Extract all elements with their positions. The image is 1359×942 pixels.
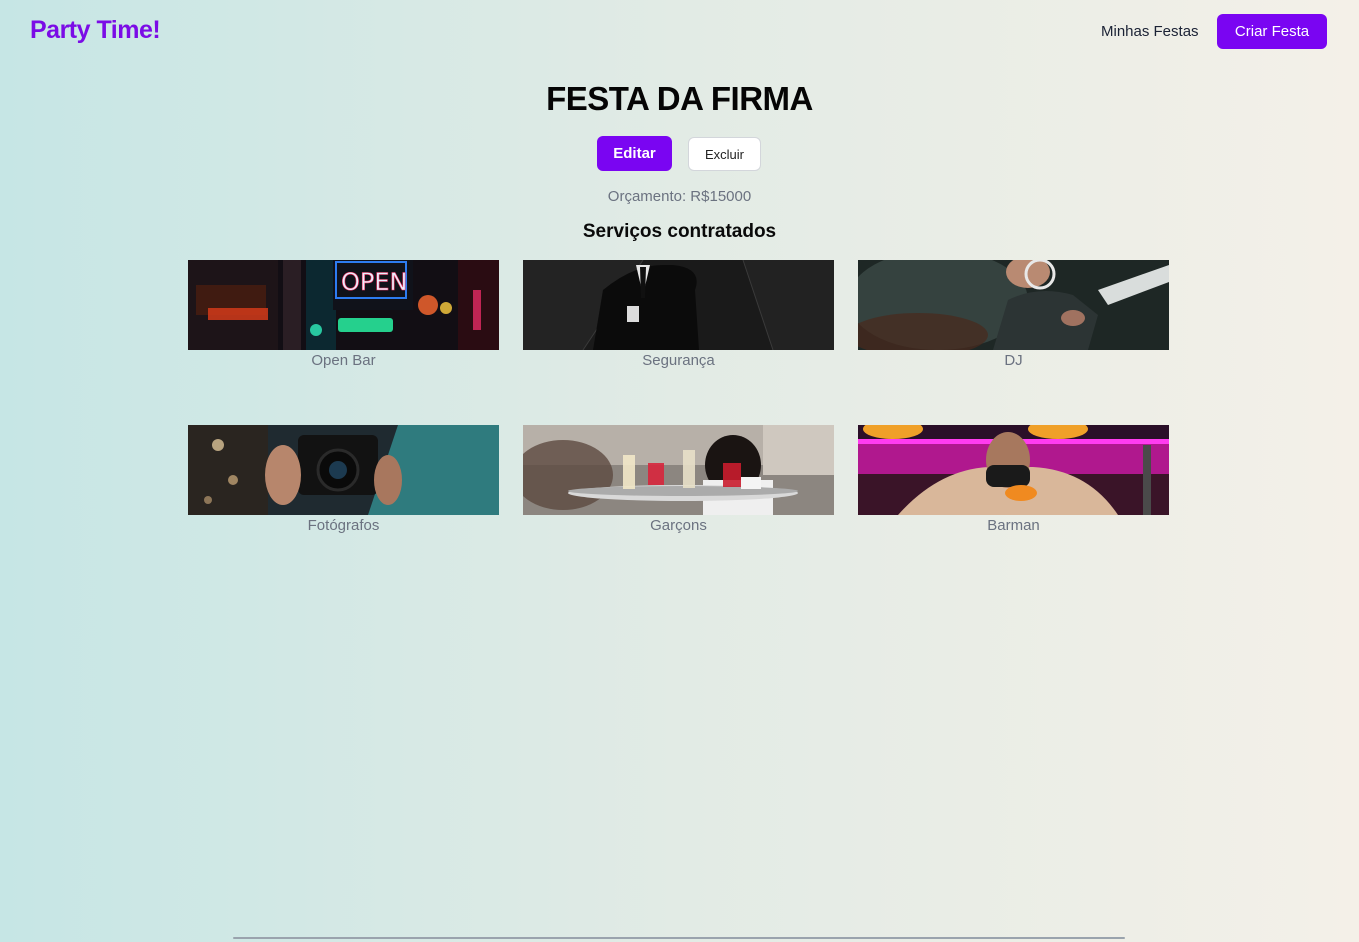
service-label: Fotógrafos	[307, 517, 380, 534]
budget-text: Orçamento: R$15000	[607, 188, 752, 205]
scrollbar[interactable]	[233, 937, 1125, 939]
delete-button[interactable]: Excluir	[688, 137, 761, 171]
nav-link-minhas-festas[interactable]: Minhas Festas	[1101, 23, 1199, 40]
dj-image	[858, 260, 1169, 350]
service-card-open-bar: OPEN Open Bar	[188, 260, 499, 369]
service-card-seguranca: Segurança	[523, 260, 834, 369]
service-card-fotografos: Fotógrafos	[188, 425, 499, 534]
open-bar-image: OPEN	[188, 260, 499, 350]
create-party-button[interactable]: Criar Festa	[1217, 14, 1327, 49]
edit-button[interactable]: Editar	[597, 136, 672, 171]
service-card-dj: DJ	[858, 260, 1169, 369]
waiter-image	[523, 425, 834, 515]
security-image	[523, 260, 834, 350]
bartender-image	[858, 425, 1169, 515]
service-label: Garçons	[650, 517, 707, 534]
service-label: Barman	[987, 517, 1040, 534]
service-card-garcons: Garçons	[523, 425, 834, 534]
navbar: Party Time! Minhas Festas Criar Festa	[0, 0, 1359, 64]
service-label: Open Bar	[311, 352, 376, 369]
logo-link[interactable]: Party Time!	[30, 16, 161, 45]
service-label: DJ	[1004, 352, 1023, 369]
page-title: FESTA DA FIRMA	[546, 80, 813, 117]
photographer-image	[188, 425, 499, 515]
services-heading: Serviços contratados	[582, 221, 777, 242]
svg-text:OPEN: OPEN	[341, 268, 407, 296]
service-label: Segurança	[642, 352, 715, 369]
service-card-barman: Barman	[858, 425, 1169, 534]
